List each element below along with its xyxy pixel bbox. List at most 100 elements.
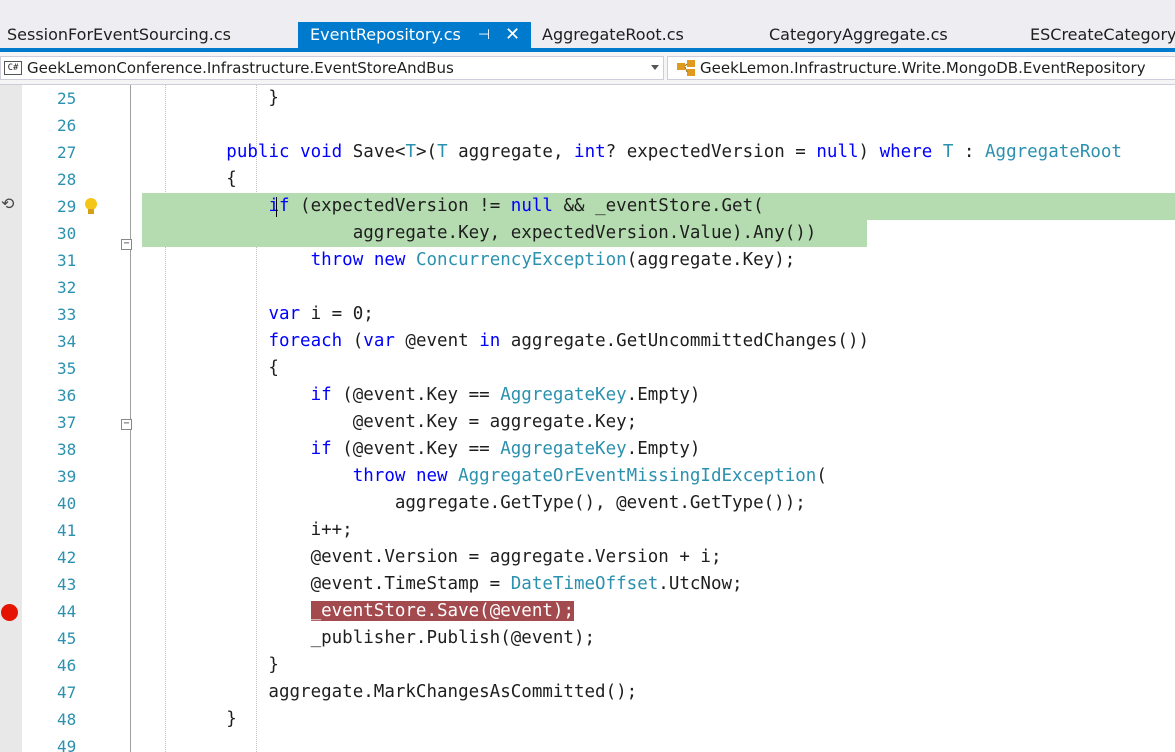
line-number: 35 <box>57 359 77 378</box>
code-text[interactable]: if (@event.Key == AggregateKey.Empty) <box>142 436 701 463</box>
code-line[interactable]: 33 var i = 0; <box>0 301 1175 328</box>
code-token: AggregateRoot <box>985 142 1122 162</box>
code-editor[interactable]: 25 } 26 27 public void Save<T>(T aggregate… <box>0 85 1175 752</box>
code-line[interactable]: 48 } <box>0 706 1175 733</box>
code-text[interactable]: @event.Version = aggregate.Version + i; <box>142 544 722 571</box>
code-line[interactable]: 40 aggregate.GetType(), @event.GetType()… <box>0 490 1175 517</box>
code-line[interactable]: 35 { <box>0 355 1175 382</box>
line-number: 34 <box>57 332 77 351</box>
tab-event-repository[interactable]: EventRepository.cs ⊣ ✕ <box>298 22 531 48</box>
code-text[interactable]: public void Save<T>(T aggregate, int? ex… <box>142 139 1122 166</box>
tab-label: AggregateRoot.cs <box>542 25 684 44</box>
collapse-region-icon[interactable]: − <box>121 239 132 250</box>
code-text[interactable]: foreach (var @event in aggregate.GetUnco… <box>142 328 869 355</box>
code-token: ( <box>816 466 827 486</box>
code-text[interactable]: @event.Key = aggregate.Key; <box>142 409 637 436</box>
code-text[interactable]: if (@event.Key == AggregateKey.Empty) <box>142 382 701 409</box>
code-line[interactable]: 25 } <box>0 85 1175 112</box>
code-line[interactable]: 42 @event.Version = aggregate.Version + … <box>0 544 1175 571</box>
code-line[interactable]: 47 aggregate.MarkChangesAsCommitted(); <box>0 679 1175 706</box>
code-line[interactable]: 41 i++; <box>0 517 1175 544</box>
line-number: 29 <box>57 197 77 216</box>
code-line[interactable]: 46 } <box>0 652 1175 679</box>
tab-session-for-event-sourcing[interactable]: SessionForEventSourcing.cs <box>0 22 298 48</box>
code-token: ? expectedVersion = <box>605 142 817 162</box>
text-caret <box>276 197 277 217</box>
code-line[interactable]: 26 <box>0 112 1175 139</box>
line-number: 46 <box>57 656 77 675</box>
code-line[interactable]: 30 aggregate.Key, expectedVersion.Value)… <box>0 220 1175 247</box>
code-line[interactable]: 28 { <box>0 166 1175 193</box>
code-token: new <box>415 466 448 486</box>
project-dropdown[interactable]: C# GeekLemonConference.Infrastructure.Ev… <box>0 56 664 80</box>
code-text[interactable]: aggregate.MarkChangesAsCommitted(); <box>142 679 637 706</box>
code-line[interactable]: 34 foreach (var @event in aggregate.GetU… <box>0 328 1175 355</box>
member-dropdown[interactable]: GeekLemon.Infrastructure.Write.MongoDB.E… <box>667 56 1175 80</box>
project-name: GeekLemonConference.Infrastructure.Event… <box>27 59 454 77</box>
code-token: new <box>373 250 406 270</box>
code-line[interactable]: 31 throw new ConcurrencyException(aggreg… <box>0 247 1175 274</box>
code-token: .Empty) <box>626 385 701 405</box>
line-number: 38 <box>57 440 77 459</box>
code-text[interactable]: throw new ConcurrencyException(aggregate… <box>142 247 796 274</box>
code-text[interactable]: { <box>142 355 279 382</box>
tab-aggregate-root[interactable]: AggregateRoot.cs <box>535 22 761 48</box>
close-icon[interactable]: ✕ <box>505 22 520 48</box>
code-text[interactable]: @event.TimeStamp = DateTimeOffset.UtcNow… <box>142 571 743 598</box>
code-token: i = 0; <box>300 304 374 324</box>
code-line[interactable]: 36 if (@event.Key == AggregateKey.Empty) <box>0 382 1175 409</box>
code-text[interactable]: aggregate.Key, expectedVersion.Value).An… <box>142 220 817 247</box>
code-line[interactable]: 27 public void Save<T>(T aggregate, int?… <box>0 139 1175 166</box>
line-number: 39 <box>57 467 77 486</box>
code-token: ( <box>342 331 364 351</box>
code-token: in <box>479 331 501 351</box>
code-line[interactable]: 45 _publisher.Publish(@event); <box>0 625 1175 652</box>
code-line[interactable]: 38 if (@event.Key == AggregateKey.Empty) <box>0 436 1175 463</box>
code-line[interactable]: 43 @event.TimeStamp = DateTimeOffset.Utc… <box>0 571 1175 598</box>
code-token: if <box>310 385 332 405</box>
code-text[interactable]: aggregate.GetType(), @event.GetType()); <box>142 490 806 517</box>
line-number: 40 <box>57 494 77 513</box>
code-line[interactable]: 49 <box>0 733 1175 752</box>
code-text[interactable]: _eventStore.Save(@event); <box>142 598 574 625</box>
code-text[interactable]: } <box>142 706 237 733</box>
code-text[interactable]: _publisher.Publish(@event); <box>142 625 595 652</box>
code-text[interactable]: } <box>142 85 279 112</box>
code-line[interactable]: 32 <box>0 274 1175 301</box>
code-line[interactable]: 44 _eventStore.Save(@event); <box>0 598 1175 625</box>
line-number: 43 <box>57 575 77 594</box>
code-line[interactable]: 29 if (expectedVersion != null && _event… <box>0 193 1175 220</box>
code-text[interactable]: } <box>142 652 279 679</box>
line-number: 41 <box>57 521 77 540</box>
code-text[interactable]: var i = 0; <box>142 301 374 328</box>
code-text[interactable]: throw new AggregateOrEventMissingIdExcep… <box>142 463 827 490</box>
code-token: } <box>142 709 237 729</box>
refresh-icon[interactable]: ⟲ <box>1 194 14 213</box>
code-token: foreach <box>268 331 343 351</box>
code-line[interactable]: 39 throw new AggregateOrEventMissingIdEx… <box>0 463 1175 490</box>
line-number: 37 <box>57 413 77 432</box>
code-line[interactable]: 37 @event.Key = aggregate.Key; <box>0 409 1175 436</box>
breakpoint-icon[interactable] <box>1 604 18 621</box>
lightbulb-icon[interactable] <box>84 197 98 217</box>
code-token: @event.TimeStamp = <box>142 574 511 594</box>
class-icon <box>676 59 698 79</box>
code-text[interactable]: i++; <box>142 517 353 544</box>
chevron-down-icon[interactable] <box>651 65 659 70</box>
code-text[interactable]: { <box>142 166 237 193</box>
code-token: AggregateKey <box>500 385 627 405</box>
pin-icon[interactable]: ⊣ <box>478 22 490 48</box>
code-token: ) <box>858 142 880 162</box>
tab-category-aggregate[interactable]: CategoryAggregate.cs <box>762 22 1020 48</box>
tab-es-create-category[interactable]: ESCreateCategory <box>1023 22 1175 48</box>
collapse-region-icon[interactable]: − <box>121 419 132 430</box>
code-token: throw <box>310 250 364 270</box>
code-token: Save< <box>342 142 406 162</box>
code-token: T <box>942 142 954 162</box>
code-token: aggregate.GetType(), @event.GetType()); <box>142 493 806 513</box>
code-text[interactable]: if (expectedVersion != null && _eventSto… <box>142 193 763 220</box>
